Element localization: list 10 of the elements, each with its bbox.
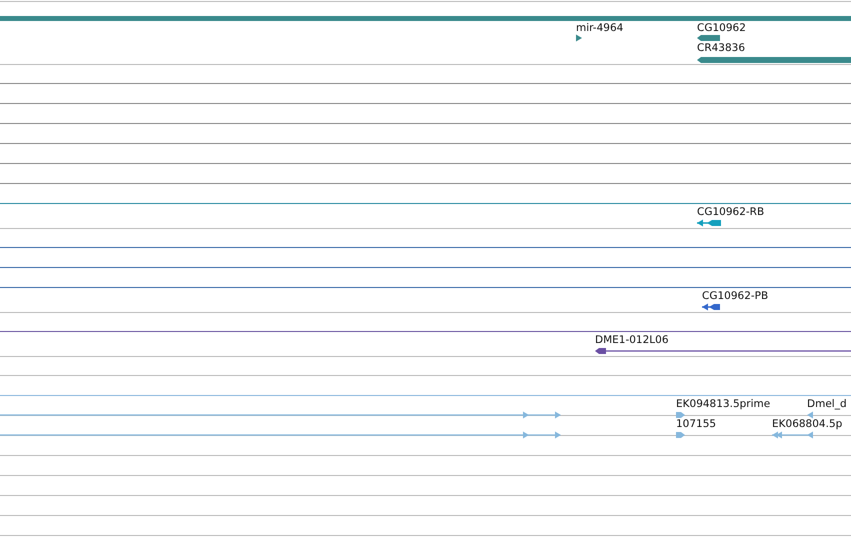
feature-label: CG10962-PB [702, 290, 768, 303]
feature-label: DME1-012L06 [595, 334, 668, 347]
feature-label: EK068804.5p [772, 418, 842, 431]
feature-label: EK094813.5prime [676, 398, 770, 411]
feature-label: Dmel_d [807, 398, 847, 411]
feature-label: CG10962-RB [697, 206, 764, 219]
feature-label: 107155 [676, 418, 716, 431]
feature-label: mir-4964 [576, 22, 624, 35]
feature-label: CR43836 [697, 42, 746, 55]
feature-label: CG10962 [697, 22, 746, 35]
